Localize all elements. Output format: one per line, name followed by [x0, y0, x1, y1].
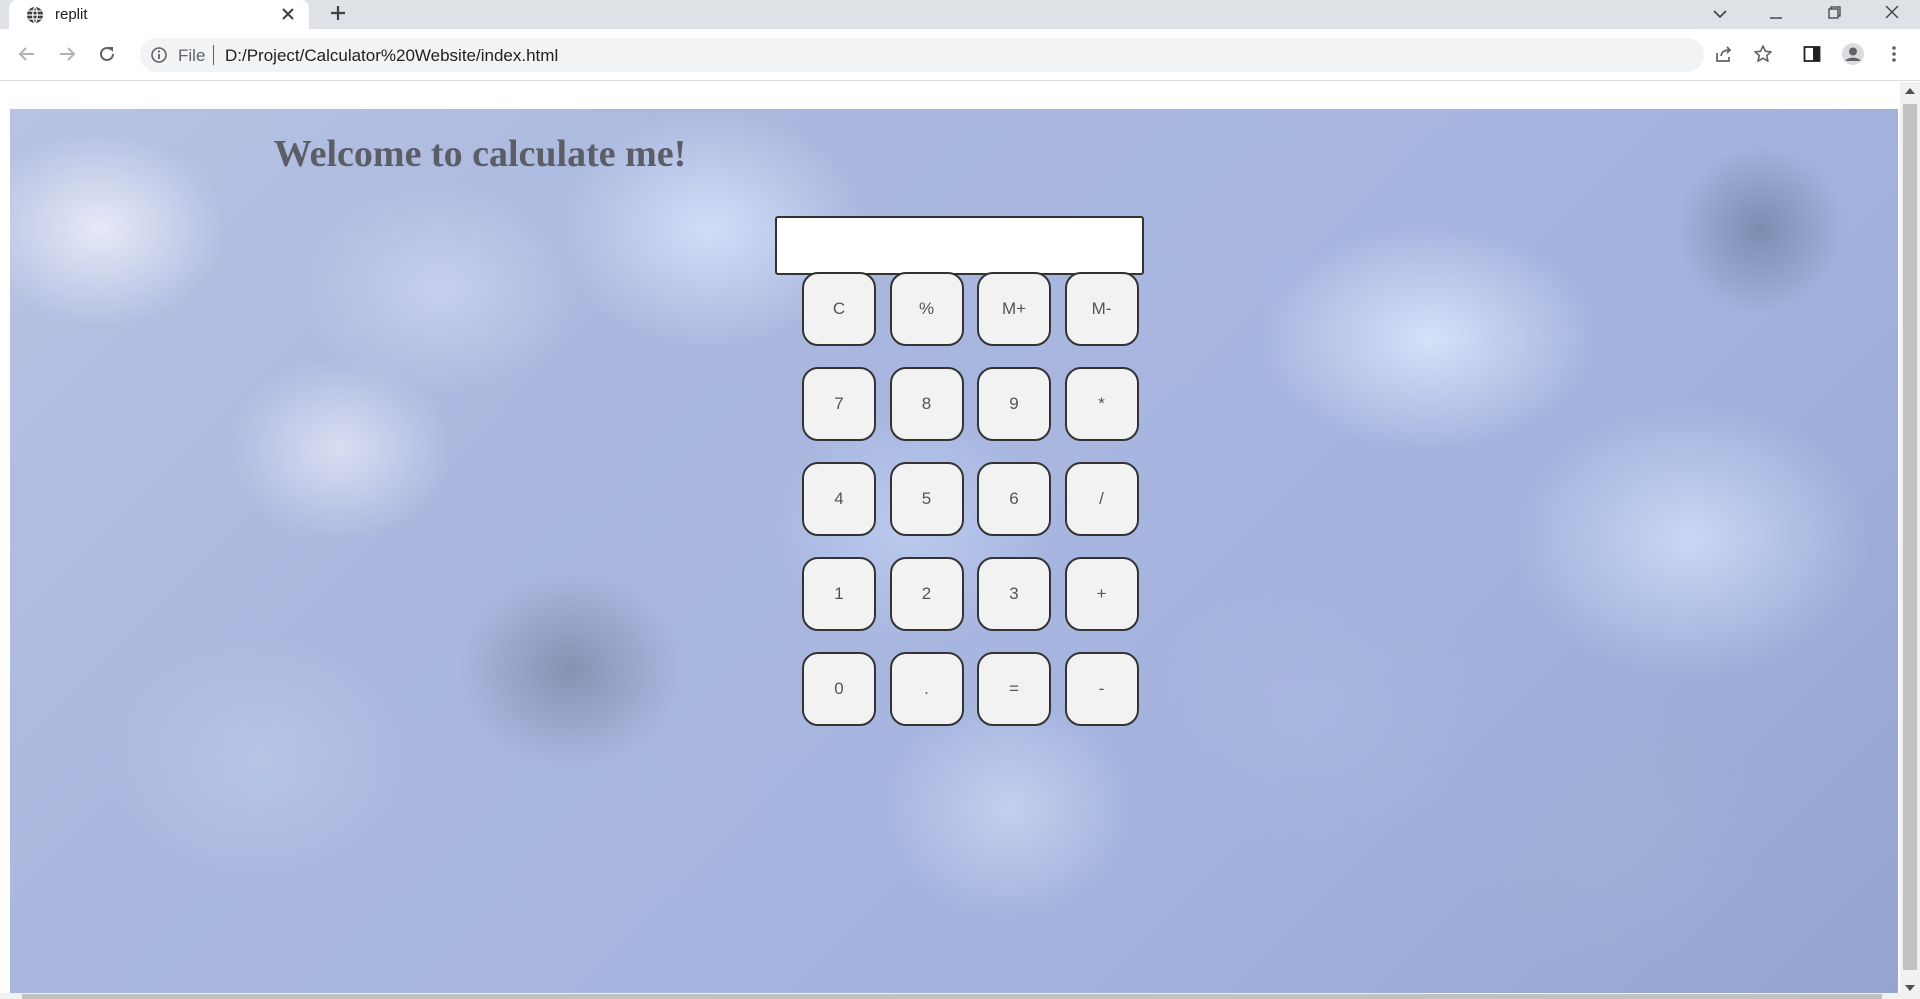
avatar-icon — [1841, 42, 1865, 71]
clear-button[interactable]: C — [802, 272, 876, 346]
multiply-button[interactable]: * — [1064, 367, 1139, 441]
horizontal-scrollbar[interactable] — [0, 993, 1900, 999]
side-panel-button[interactable] — [1800, 44, 1824, 68]
close-tab-icon[interactable] — [279, 5, 297, 23]
digit-6-button[interactable]: 6 — [977, 462, 1051, 536]
side-panel-icon — [1803, 45, 1821, 68]
scroll-up-icon[interactable] — [1905, 88, 1915, 94]
digit-3-button[interactable]: 3 — [977, 557, 1051, 631]
globe-icon — [26, 6, 44, 24]
digit-7-button[interactable]: 7 — [802, 367, 876, 441]
reload-icon — [98, 45, 116, 68]
page-title: Welcome to calculate me! — [273, 133, 687, 175]
digit-4-button[interactable]: 4 — [802, 462, 876, 536]
tab-strip: replit — [0, 0, 1920, 29]
scrollbar-thumb[interactable] — [1903, 104, 1917, 970]
decimal-button[interactable]: . — [889, 652, 964, 726]
chevron-down-icon — [1713, 6, 1727, 24]
memory-subtract-button[interactable]: M- — [1064, 272, 1139, 346]
calculator-display[interactable] — [775, 216, 1144, 275]
divide-button[interactable]: / — [1064, 462, 1139, 536]
close-window-button[interactable] — [1864, 0, 1920, 29]
restore-icon — [1827, 5, 1841, 24]
page-viewport: Welcome to calculate me! C% M+ M- 7 8 9 * 4 5 6/ 1… — [0, 82, 1900, 999]
hydrangea-background-image: Welcome to calculate me! C% M+ M- 7 8 9 * 4 5 6/ 1… — [10, 109, 1898, 994]
arrow-right-icon — [58, 45, 76, 68]
share-button[interactable] — [1712, 44, 1736, 68]
minimize-button[interactable] — [1748, 0, 1804, 29]
restore-button[interactable] — [1806, 0, 1862, 29]
minimize-icon — [1770, 6, 1782, 24]
more-vert-icon — [1891, 45, 1897, 68]
info-icon[interactable] — [150, 46, 168, 64]
subtract-button[interactable]: - — [1064, 652, 1139, 726]
browser-tab[interactable]: replit — [9, 0, 309, 29]
reload-button[interactable] — [93, 42, 121, 70]
vertical-scrollbar[interactable] — [1900, 82, 1920, 999]
profile-button[interactable] — [1841, 42, 1865, 71]
address-bar[interactable]: File D:/Project/Calculator%20Website/ind… — [140, 38, 1704, 72]
browser-toolbar: File D:/Project/Calculator%20Website/ind… — [0, 29, 1920, 81]
bookmark-button[interactable] — [1751, 44, 1775, 68]
digit-8-button[interactable]: 8 — [889, 367, 964, 441]
digit-5-button[interactable]: 5 — [889, 462, 964, 536]
scheme-label: File — [178, 46, 206, 65]
horizontal-scrollbar-thumb[interactable] — [22, 994, 1882, 999]
close-icon — [1885, 5, 1899, 24]
digit-0-button[interactable]: 0 — [802, 652, 876, 726]
new-tab-button[interactable] — [326, 4, 350, 26]
digit-1-button[interactable]: 1 — [802, 557, 876, 631]
arrow-left-icon — [18, 45, 36, 68]
memory-add-button[interactable]: M+ — [977, 272, 1051, 346]
star-icon — [1753, 44, 1773, 69]
forward-button[interactable] — [53, 42, 81, 70]
scroll-down-icon[interactable] — [1905, 985, 1915, 991]
divider — [213, 45, 214, 65]
tab-title: replit — [55, 6, 88, 23]
percent-button[interactable]: % — [889, 272, 964, 346]
menu-button[interactable] — [1882, 44, 1906, 68]
tab-search-button[interactable] — [1692, 0, 1748, 29]
share-icon — [1714, 44, 1734, 69]
back-button[interactable] — [13, 42, 41, 70]
add-button[interactable]: + — [1064, 557, 1139, 631]
plus-icon — [330, 5, 346, 26]
equals-button[interactable]: = — [977, 652, 1051, 726]
digit-9-button[interactable]: 9 — [977, 367, 1051, 441]
url-text[interactable]: D:/Project/Calculator%20Website/index.ht… — [225, 46, 558, 66]
digit-2-button[interactable]: 2 — [889, 557, 964, 631]
